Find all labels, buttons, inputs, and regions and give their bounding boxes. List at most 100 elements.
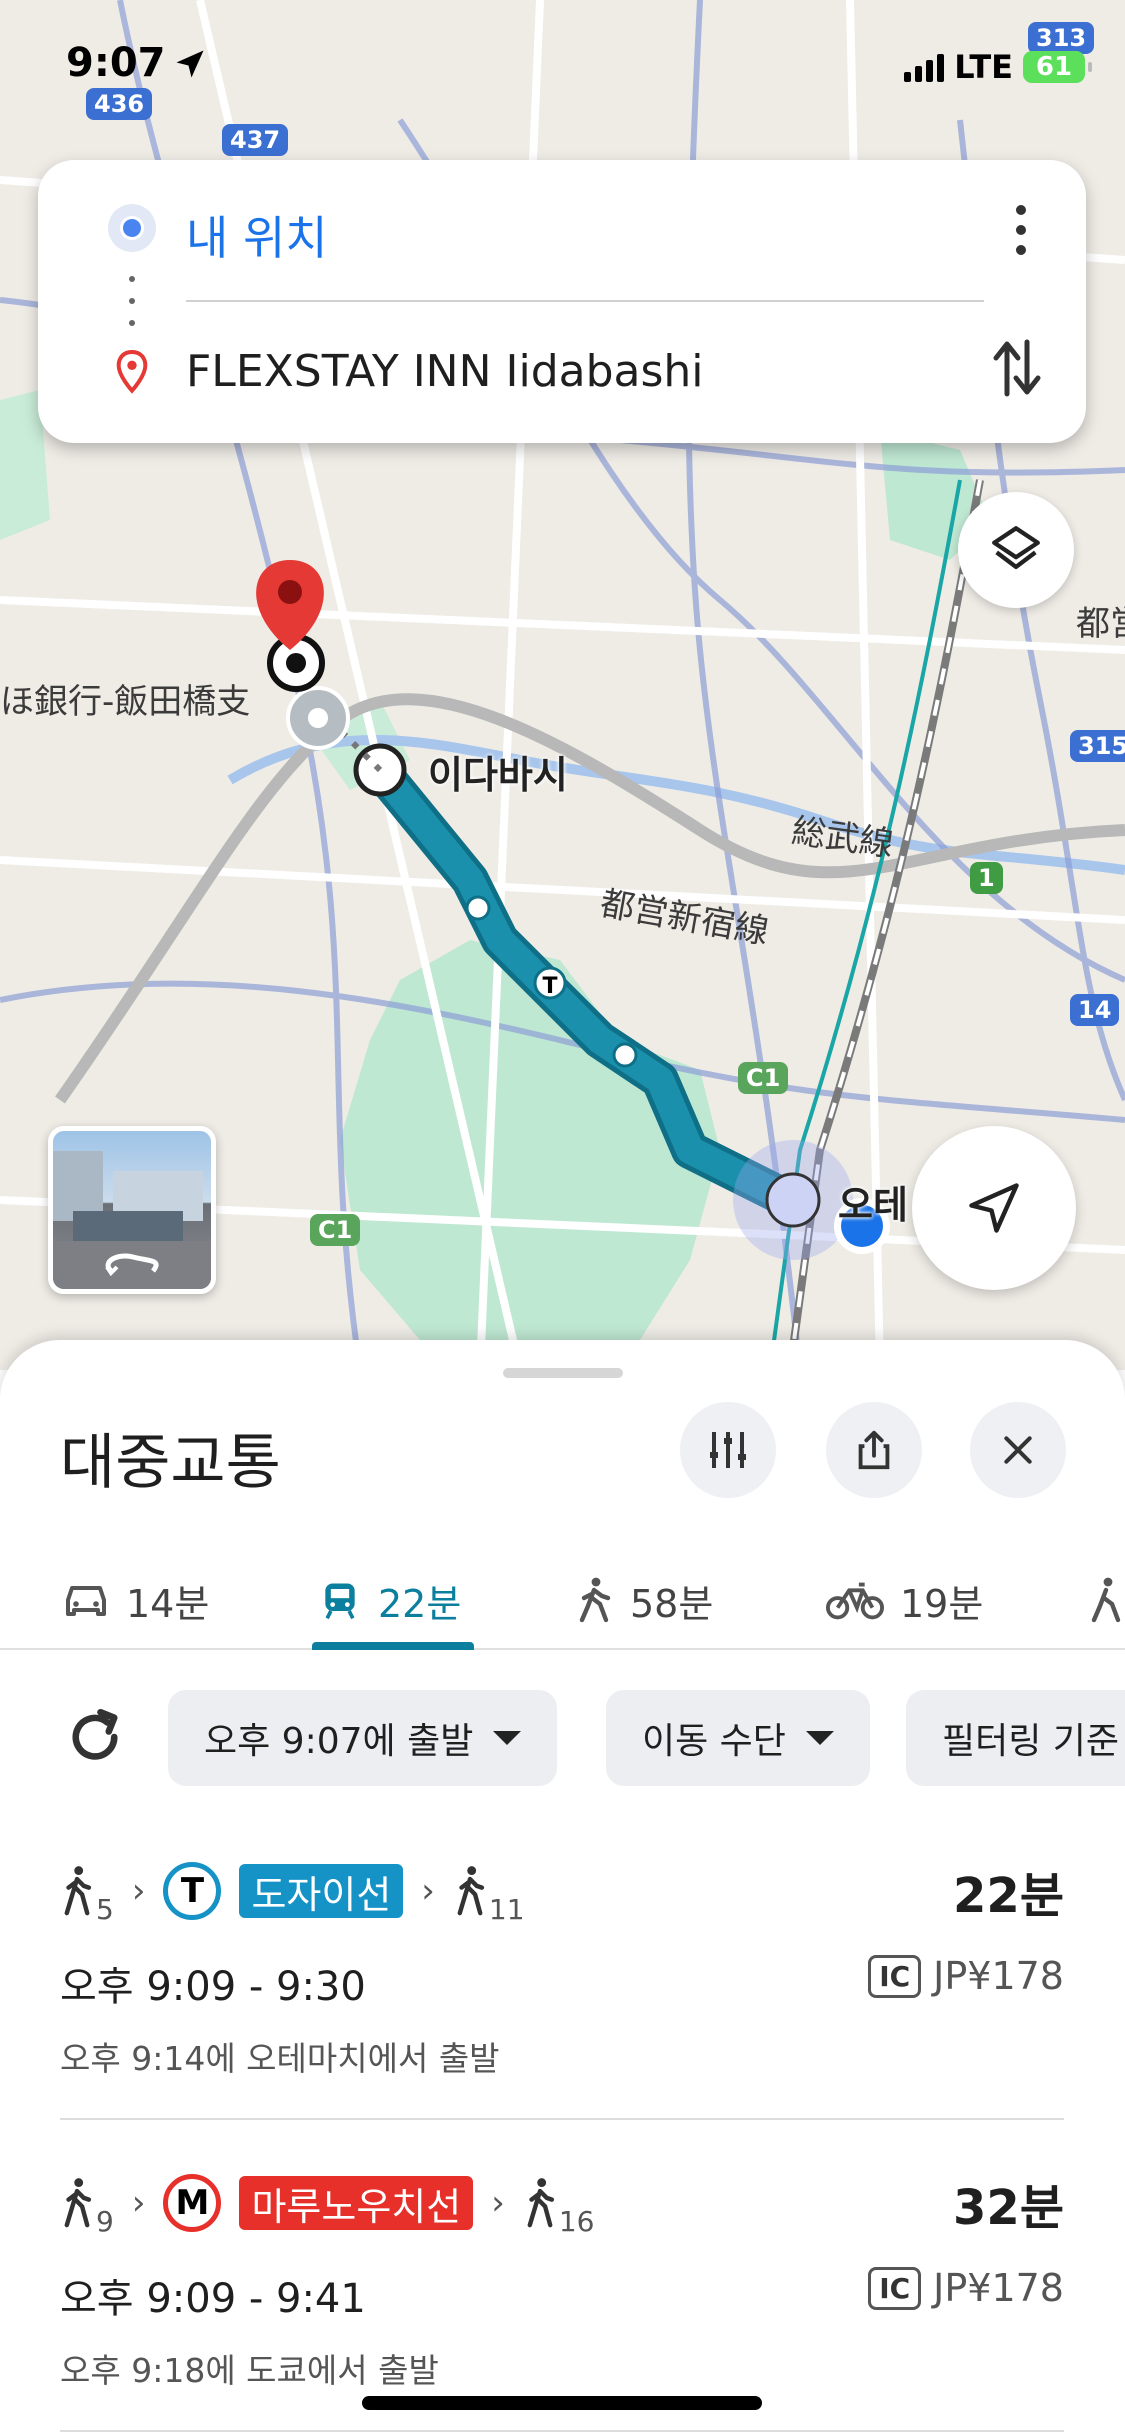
more-options-icon[interactable]: [1006, 200, 1036, 260]
close-button[interactable]: [970, 1402, 1066, 1498]
route-divider: [60, 2430, 1064, 2432]
depart-time-label: 오후 9:07에 출발: [204, 1721, 474, 1762]
connector-dots-icon: [128, 276, 136, 326]
my-location-button[interactable]: [912, 1126, 1076, 1290]
walk-step: 9: [60, 2176, 114, 2238]
layers-button[interactable]: [958, 492, 1074, 608]
walk-icon: [64, 2178, 92, 2228]
sheet-title: 대중교통: [60, 1428, 281, 1498]
ic-card-icon: IC: [868, 2266, 922, 2310]
route-fare: IC JP¥178: [868, 2266, 1064, 2310]
home-indicator[interactable]: [362, 2396, 762, 2410]
transport-mode-chip[interactable]: 이동 수단: [606, 1690, 870, 1786]
tab-cycling-label: 19분: [900, 1581, 984, 1626]
origin-dot-icon: [108, 204, 156, 252]
walk-minutes: 11: [488, 1893, 525, 1926]
car-icon: [66, 1586, 106, 1616]
chevron-down-icon: [805, 1731, 834, 1745]
destination-pin-icon: [116, 350, 148, 394]
swap-icon[interactable]: [992, 338, 1042, 398]
status-time: 9:07: [66, 40, 166, 86]
battery-icon: 61: [1023, 51, 1092, 83]
tune-icon: [710, 1432, 746, 1468]
ic-card-icon: IC: [868, 1954, 922, 1998]
tab-more-modes[interactable]: [1086, 1550, 1125, 1650]
transport-mode-label: 이동 수단: [642, 1721, 786, 1762]
route-times: 오후 9:09 - 9:30: [60, 1964, 366, 2010]
transit-bottom-sheet: 대중교통 14분 22분 58분 19분 오후 9:07에 출발 이동 수단 필…: [0, 1340, 1125, 2436]
train-icon: [325, 1583, 355, 1620]
sheet-drag-handle[interactable]: [503, 1368, 623, 1378]
bike-icon: [826, 1582, 884, 1620]
share-button[interactable]: [826, 1402, 922, 1498]
chevron-down-icon: [493, 1731, 522, 1745]
tab-transit-label: 22분: [378, 1581, 462, 1626]
svg-text:T: T: [542, 974, 557, 999]
field-divider: [186, 300, 984, 302]
tab-walking[interactable]: 58분: [574, 1550, 713, 1650]
line-badge: 마루노우치선: [239, 2176, 474, 2230]
refresh-icon[interactable]: [62, 1704, 128, 1770]
departure-info: 오후 9:18에 도쿄에서 출발: [60, 2351, 439, 2390]
route-duration: 32분: [953, 2180, 1064, 2236]
map-label-bank: ほ銀行-飯田橋支: [0, 682, 251, 722]
walk-icon: [1091, 1577, 1121, 1623]
tab-driving-label: 14분: [126, 1581, 210, 1626]
status-indicators: LTE 61: [904, 48, 1092, 86]
map-label-edge: 都営: [1076, 604, 1125, 644]
road-badge: 437: [222, 124, 289, 156]
map-view[interactable]: T 313 436 437 315 1 14 C1 C1 ほ銀行-飯田橋支 이다…: [0, 0, 1125, 1370]
battery-level: 61: [1035, 52, 1073, 82]
route-duration: 22분: [953, 1868, 1064, 1924]
share-icon: [858, 1430, 890, 1470]
origin-field[interactable]: 내 위치: [186, 202, 328, 268]
route-times: 오후 9:09 - 9:41: [60, 2276, 366, 2322]
signal-icon: [904, 52, 945, 82]
road-badge: C1: [738, 1062, 789, 1094]
filter-row: 오후 9:07에 출발 이동 수단 필터링 기준: [0, 1690, 1125, 1790]
directions-card: 내 위치 FLEXSTAY INN Iidabashi: [38, 160, 1086, 443]
route-option-1[interactable]: 5 › T 도자이선 › 11 22분 오후 9:09 - 9:30 IC JP…: [60, 1856, 1064, 2078]
navigation-arrow-icon: [969, 1183, 1019, 1233]
active-tab-indicator: [312, 1642, 474, 1650]
sort-filter-chip[interactable]: 필터링 기준: [906, 1690, 1125, 1786]
close-icon: [1004, 1436, 1032, 1464]
road-badge: 14: [1070, 994, 1120, 1026]
walk-step: 11: [453, 1864, 525, 1926]
walk-icon: [527, 2178, 554, 2228]
tab-cycling[interactable]: 19분: [826, 1550, 983, 1650]
line-badge: 도자이선: [239, 1864, 404, 1918]
tab-driving[interactable]: 14분: [62, 1550, 209, 1650]
road-badge: C1: [310, 1214, 361, 1246]
street-view-image: [53, 1151, 211, 1289]
fare-amount: JP¥178: [933, 2266, 1064, 2310]
travel-mode-tabs: 14분 22분 58분 19분: [0, 1550, 1125, 1650]
walk-minutes: 5: [96, 1893, 114, 1926]
route-divider: [60, 2118, 1064, 2120]
map-label-otemachi: 오테: [838, 1183, 908, 1227]
map-label-station[interactable]: 이다바시: [428, 744, 568, 799]
route-fare: IC JP¥178: [868, 1954, 1064, 1998]
chevron-right-icon: ›: [491, 2183, 505, 2223]
tab-walking-label: 58분: [630, 1581, 714, 1626]
chevron-right-icon: ›: [131, 2183, 146, 2223]
tab-transit[interactable]: 22분: [318, 1550, 461, 1650]
marunouchi-line-icon: M: [163, 2174, 222, 2232]
walk-icon: [64, 1866, 92, 1916]
chevron-right-icon: ›: [131, 1871, 146, 1911]
location-arrow-icon: [176, 50, 204, 78]
destination-field[interactable]: FLEXSTAY INN Iidabashi: [186, 346, 704, 397]
walk-minutes: 9: [96, 2205, 114, 2238]
fare-amount: JP¥178: [933, 1954, 1064, 1998]
walk-step: 16: [523, 2176, 594, 2238]
street-view-thumbnail[interactable]: [48, 1126, 216, 1294]
tozai-line-icon: T: [163, 1862, 222, 1920]
layers-icon: [992, 526, 1040, 570]
walk-minutes: 16: [558, 2205, 595, 2238]
line-symbol: T: [180, 1871, 205, 1911]
road-badge: 1: [970, 862, 1003, 894]
depart-time-chip[interactable]: 오후 9:07에 출발: [168, 1690, 558, 1786]
options-button[interactable]: [680, 1402, 776, 1498]
route-option-2[interactable]: 9 › M 마루노우치선 › 16 32분 오후 9:09 - 9:41 IC …: [60, 2168, 1064, 2390]
road-badge: 315: [1070, 730, 1125, 762]
